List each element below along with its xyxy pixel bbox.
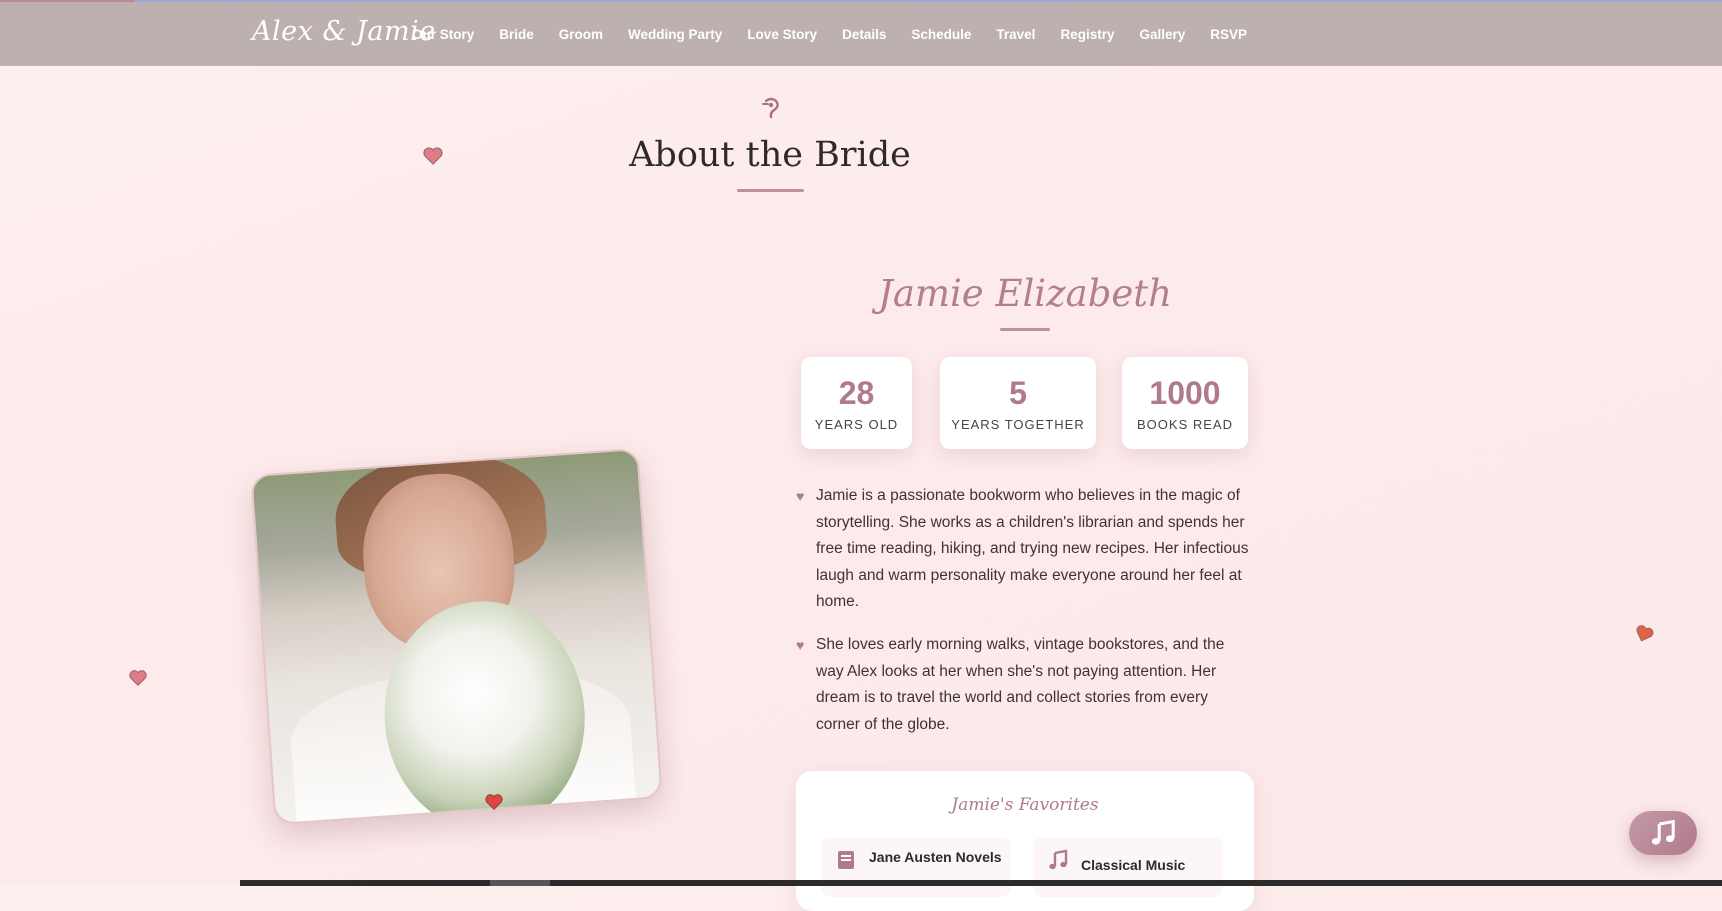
bride-name: Jamie Elizabeth (878, 272, 1172, 315)
nav-link-love-story[interactable]: Love Story (747, 27, 817, 42)
stat-value: 1000 (1149, 375, 1221, 411)
book-icon (838, 851, 854, 869)
favorites-card: Jamie's Favorites Jane Austen Novels Cla… (796, 771, 1254, 911)
floating-heart-icon (423, 147, 443, 165)
nav-link-gallery[interactable]: Gallery (1139, 27, 1185, 42)
nav-link-wedding-party[interactable]: Wedding Party (628, 27, 722, 42)
name-underline (1000, 328, 1050, 331)
stat-card-books-read: 1000 BOOKS READ (1122, 357, 1248, 449)
stat-value: 5 (1009, 375, 1027, 411)
music-note-icon (1651, 819, 1675, 845)
heart-bullet-icon: ♥ (796, 488, 805, 504)
stat-card-years-together: 5 YEARS TOGETHER (940, 357, 1096, 449)
brand-logo[interactable]: Alex & Jamie (252, 16, 436, 47)
favorite-item: Classical Music (1033, 837, 1223, 897)
nav-link-our-story[interactable]: Our Story (412, 27, 474, 42)
favorites-title: Jamie's Favorites (951, 795, 1099, 815)
music-note-icon (1049, 849, 1068, 870)
bio-paragraph: ♥ Jamie is a passionate bookworm who bel… (796, 483, 1256, 616)
floating-heart-icon (1636, 625, 1654, 642)
nav-link-details[interactable]: Details (842, 27, 886, 42)
nav-link-registry[interactable]: Registry (1060, 27, 1114, 42)
favorite-item: Jane Austen Novels (821, 837, 1011, 897)
stat-label: YEARS OLD (814, 417, 899, 432)
heart-bullet-icon: ♥ (796, 637, 805, 653)
nav-link-bride[interactable]: Bride (499, 27, 534, 42)
nav-links: Our Story Bride Groom Wedding Party Love… (412, 2, 1272, 66)
favorite-label: Jane Austen Novels (869, 849, 1002, 865)
bride-photo (250, 447, 663, 826)
bio-paragraph: ♥ She loves early morning walks, vintage… (796, 632, 1256, 738)
nav-link-travel[interactable]: Travel (996, 27, 1035, 42)
stat-label: YEARS TOGETHER (951, 417, 1085, 432)
favorite-label: Classical Music (1081, 857, 1186, 873)
stat-value: 28 (838, 375, 875, 411)
floating-heart-icon (485, 794, 503, 811)
stat-label: BOOKS READ (1137, 417, 1233, 432)
top-navigation-bar: Alex & Jamie Our Story Bride Groom Weddi… (0, 2, 1722, 66)
nav-link-schedule[interactable]: Schedule (911, 27, 971, 42)
floating-heart-icon (129, 670, 147, 687)
section-title: About the Bride (629, 135, 911, 175)
title-underline (737, 189, 804, 192)
horizontal-scrollbar[interactable] (240, 880, 1722, 886)
nav-link-rsvp[interactable]: RSVP (1210, 27, 1247, 42)
cupid-bow-icon (762, 97, 779, 119)
nav-link-groom[interactable]: Groom (559, 27, 603, 42)
scrollbar-thumb[interactable] (490, 880, 550, 886)
stat-card-age: 28 YEARS OLD (801, 357, 912, 449)
music-toggle-button[interactable] (1629, 811, 1697, 855)
